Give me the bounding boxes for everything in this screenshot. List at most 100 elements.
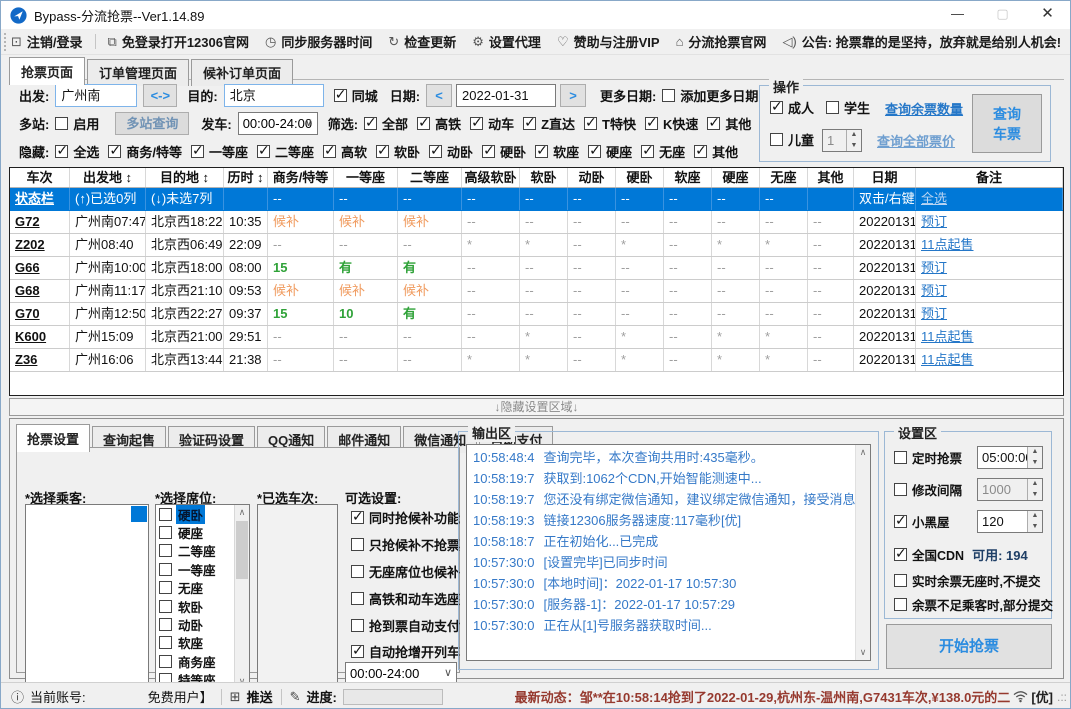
table-cell[interactable]: 二等座: [398, 168, 462, 187]
option-checkbox[interactable]: 自动抢增开列车: [351, 642, 460, 661]
table-cell[interactable]: 预订: [916, 257, 1063, 279]
hide-filter-checkbox[interactable]: 硬卧: [482, 142, 526, 161]
stepper-arrows[interactable]: ▲ ▼: [1027, 479, 1042, 500]
seat-list-item[interactable]: 二等座: [156, 542, 234, 560]
table-cell[interactable]: G72: [10, 211, 70, 233]
spin-down-icon[interactable]: ▼: [1028, 457, 1042, 468]
stepper-arrows[interactable]: ▲ ▼: [1027, 447, 1042, 468]
stepper-arrows[interactable]: ▲ ▼: [1027, 511, 1042, 532]
filter-checkbox[interactable]: Z直达: [523, 114, 575, 133]
spin-down-icon[interactable]: ▼: [847, 140, 862, 151]
option-checkbox[interactable]: 抢到票自动支付: [351, 616, 460, 635]
scroll-up-icon[interactable]: ∧: [856, 445, 870, 460]
hide-filter-checkbox[interactable]: 一等座: [190, 142, 248, 161]
option-checkbox[interactable]: 同时抢候补功能: [351, 508, 460, 527]
tab-抢票设置[interactable]: 抢票设置: [16, 424, 91, 452]
table-cell[interactable]: G68: [10, 280, 70, 302]
hide-filter-checkbox[interactable]: 高软: [323, 142, 367, 161]
stepper-arrows[interactable]: ▲ ▼: [846, 130, 862, 151]
table-row[interactable]: G66 广州南10:00 北京西18:00 08:00 15 有有 -- -- -- -- -- --…: [10, 257, 1063, 280]
output-log[interactable]: ∧ ∨ 10:58:48:4 查询完毕，本次查询共用时:435毫秒。 10:58:1…: [466, 444, 871, 661]
option-checkbox[interactable]: 无座席位也候补: [351, 562, 460, 581]
settings-checkbox[interactable]: 定时抢票: [894, 448, 962, 467]
spin-up-icon[interactable]: ▲: [847, 130, 862, 141]
toolbar-item[interactable]: ◁) 公告: 抢票靠的是坚持，放弃就是给别人机会!: [782, 32, 1061, 51]
tab-候补订单页面[interactable]: 候补订单页面: [191, 59, 294, 86]
query-tickets-button[interactable]: 查询 车票: [972, 94, 1042, 153]
minimize-icon[interactable]: —: [935, 1, 980, 29]
depart-input[interactable]: 广州南: [55, 83, 138, 107]
table-cell[interactable]: 无座: [760, 168, 808, 187]
scroll-up-icon[interactable]: ∧: [235, 505, 249, 520]
seats-listbox[interactable]: ∧ ∨ 硬卧硬座二等座一等座无座软卧动卧软座商务座特等座: [155, 504, 250, 690]
output-scrollbar[interactable]: ∧ ∨: [855, 445, 870, 660]
query-all-prices-link[interactable]: 查询全部票价: [877, 131, 955, 150]
table-cell[interactable]: 预订: [916, 280, 1063, 302]
option-checkbox[interactable]: 只抢候补不抢票: [351, 535, 460, 554]
start-grabbing-button[interactable]: 开始抢票: [886, 624, 1052, 669]
settings-value-stepper[interactable]: 120 ▲ ▼: [977, 510, 1043, 533]
destination-input[interactable]: 北京: [223, 83, 324, 107]
filter-checkbox[interactable]: 高铁: [417, 114, 461, 133]
seat-list-item[interactable]: 硬卧: [156, 504, 234, 524]
table-cell[interactable]: 备注: [916, 168, 1063, 187]
table-row[interactable]: G68 广州南11:17 北京西21:10 09:53 候补 候补 候补 -- -- -- -- --…: [10, 280, 1063, 303]
toolbar-item[interactable]: ↻ 检查更新: [388, 32, 456, 51]
hide-filter-checkbox[interactable]: 无座: [641, 142, 685, 161]
hide-filter-checkbox[interactable]: 动卧: [429, 142, 473, 161]
child-checkbox[interactable]: 儿童: [770, 130, 814, 149]
spin-up-icon[interactable]: ▲: [1028, 511, 1042, 522]
tab-抢票页面[interactable]: 抢票页面: [9, 57, 86, 85]
settings-value-stepper[interactable]: 05:00:00▲▼: [977, 446, 1043, 469]
settings-checkbox[interactable]: 实时余票无座时,不提交: [894, 571, 1040, 590]
table-cell[interactable]: Z202: [10, 234, 70, 256]
table-row[interactable]: Z36 广州16:06 北京西13:44 21:38 -- -- -- * * -- * -- * * --…: [10, 349, 1063, 372]
settings-value-stepper[interactable]: 1000 ▲ ▼: [977, 478, 1043, 501]
toolbar-item[interactable]: ⌂ 分流抢票官网: [676, 32, 767, 51]
passengers-listbox[interactable]: [25, 504, 149, 690]
table-cell[interactable]: 其他: [808, 168, 854, 187]
next-date-button[interactable]: >: [560, 83, 587, 107]
spin-down-icon[interactable]: ▼: [1028, 521, 1042, 532]
table-cell[interactable]: 目的地 ↕: [146, 168, 224, 187]
filter-checkbox[interactable]: T特快: [584, 114, 636, 133]
table-cell[interactable]: 商务/特等: [268, 168, 334, 187]
table-cell[interactable]: 动卧: [568, 168, 616, 187]
hide-filter-checkbox[interactable]: 软卧: [376, 142, 420, 161]
table-row[interactable]: K600 广州15:09 北京西21:00 29:51 -- -- -- -- * -- * -- * *…: [10, 326, 1063, 349]
seat-list-item[interactable]: 商务座: [156, 652, 234, 670]
table-status-row[interactable]: 状态栏 (↑)已选0列 (↓)未选7列 -- -- -- -- -- -- -- -- -- -- 双击/…: [10, 188, 1063, 211]
settings-checkbox[interactable]: 全国CDN: [894, 545, 964, 564]
hide-settings-divider-button[interactable]: ↓隐藏设置区域↓: [9, 398, 1064, 416]
date-input[interactable]: 2022-01-31: [456, 83, 557, 107]
seat-list-item[interactable]: 无座: [156, 579, 234, 597]
table-cell[interactable]: 预订: [916, 303, 1063, 325]
seat-list-item[interactable]: 软座: [156, 634, 234, 652]
swap-stations-button[interactable]: <->: [143, 83, 178, 107]
seat-list-item[interactable]: 软卧: [156, 597, 234, 615]
table-cell[interactable]: 硬座: [712, 168, 760, 187]
settings-checkbox[interactable]: 小黑屋: [894, 512, 950, 531]
scrollbar-thumb[interactable]: [236, 521, 248, 579]
passenger-scroll-indicator[interactable]: [131, 506, 147, 522]
settings-checkbox[interactable]: 修改间隔: [894, 480, 962, 499]
hide-filter-checkbox[interactable]: 商务/特等: [108, 142, 182, 161]
filter-checkbox[interactable]: 其他: [707, 114, 751, 133]
table-row[interactable]: G72 广州南07:47 北京西18:22 10:35 候补 候补 候补 -- -- -- -- --…: [10, 211, 1063, 234]
table-cell[interactable]: 软座: [664, 168, 712, 187]
table-cell[interactable]: K600: [10, 326, 70, 348]
depart-time-select[interactable]: 00:00-24:00 ∨: [237, 111, 318, 135]
table-cell[interactable]: 预订: [916, 211, 1063, 233]
prev-date-button[interactable]: <: [426, 83, 453, 107]
student-checkbox[interactable]: 学生: [826, 98, 870, 117]
filter-checkbox[interactable]: 动车: [470, 114, 514, 133]
hide-filter-checkbox[interactable]: 其他: [694, 142, 738, 161]
toolbar-item[interactable]: ⊡ 注销/登录: [11, 32, 83, 51]
table-cell[interactable]: G70: [10, 303, 70, 325]
multi-station-query-button[interactable]: 多站查询: [115, 111, 190, 135]
table-cell[interactable]: 软卧: [520, 168, 568, 187]
spin-down-icon[interactable]: ▼: [1028, 489, 1042, 500]
scroll-down-icon[interactable]: ∨: [856, 645, 870, 660]
same-city-checkbox[interactable]: 同城: [333, 86, 378, 105]
spin-up-icon[interactable]: ▲: [1028, 447, 1042, 458]
